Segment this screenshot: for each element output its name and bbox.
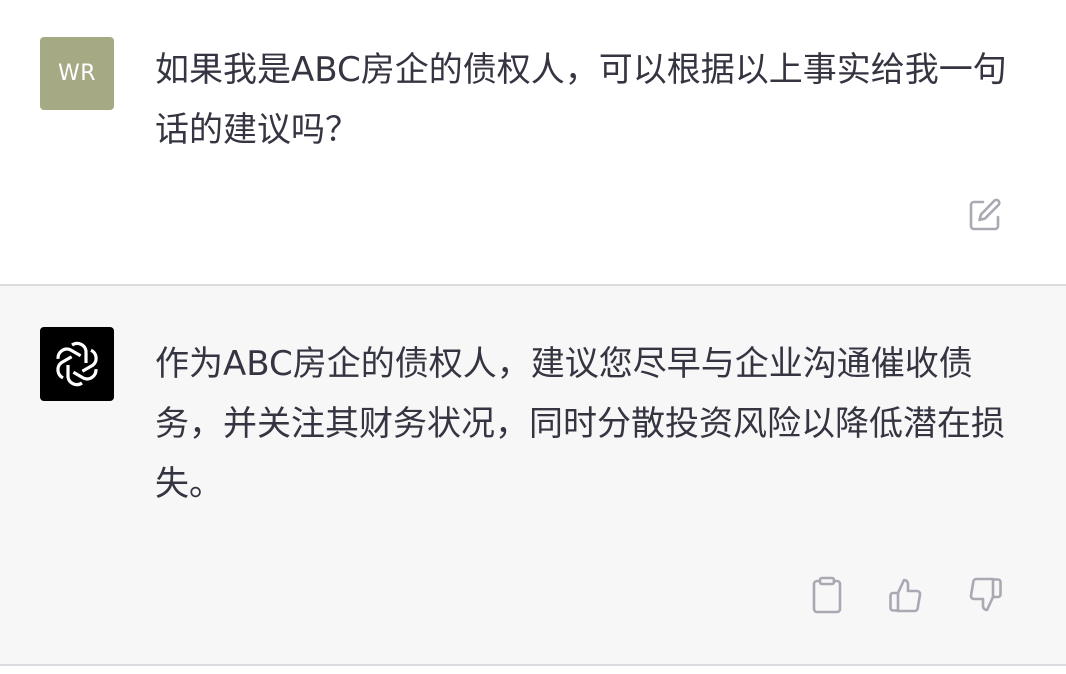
thumbs-down-button[interactable] xyxy=(963,573,1007,617)
edit-icon xyxy=(969,198,1001,231)
assistant-message-text: 作为ABC房企的债权人，建议您尽早与企业沟通催收债务，并关注其财务状况，同时分散… xyxy=(155,344,1005,504)
user-message: WR 如果我是ABC房企的债权人，可以根据以上事实给我一句话的建议吗？ xyxy=(0,0,1066,284)
edit-message-button[interactable] xyxy=(963,193,1007,237)
thumbs-up-button[interactable] xyxy=(884,573,928,617)
openai-logo-icon xyxy=(56,341,98,387)
user-avatar-initials: WR xyxy=(57,61,97,86)
chat-page: WR 如果我是ABC房企的债权人，可以根据以上事实给我一句话的建议吗？ 作为AB… xyxy=(0,0,1066,674)
below-area xyxy=(0,666,1066,674)
thumbs-down-icon xyxy=(969,577,1002,612)
copy-button[interactable] xyxy=(805,573,849,617)
assistant-avatar xyxy=(40,327,114,401)
clipboard-icon xyxy=(812,576,842,614)
user-avatar: WR xyxy=(40,37,114,110)
user-message-text: 如果我是ABC房企的债权人，可以根据以上事实给我一句话的建议吗？ xyxy=(155,50,1007,150)
thumbs-up-icon xyxy=(889,578,922,613)
